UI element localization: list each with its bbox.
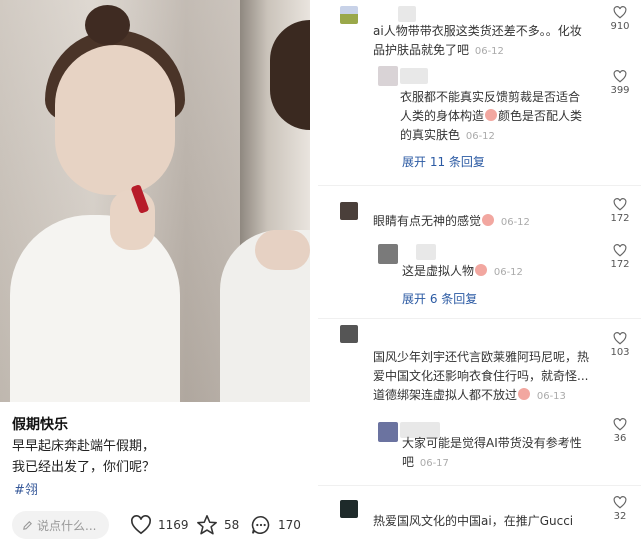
collect-count: 58 bbox=[224, 518, 240, 532]
post-photo[interactable] bbox=[0, 0, 310, 402]
comment-like[interactable]: 399 bbox=[605, 70, 635, 96]
emoji-icon bbox=[482, 214, 495, 226]
comment-time: 06-13 bbox=[536, 391, 566, 402]
comment-like[interactable]: 36 bbox=[605, 418, 635, 444]
comment-time: 06-12 bbox=[500, 217, 530, 228]
expand-replies-link[interactable]: 展开 6 条回复 bbox=[402, 290, 477, 307]
emoji-icon bbox=[485, 109, 498, 121]
avatar[interactable] bbox=[378, 422, 398, 442]
comment-text: ai人物带带衣服这类货还差不多。。化妆 品护肤品就免了吧 06-12 bbox=[373, 24, 582, 57]
comment-text: 这是虚拟人物 06-12 bbox=[402, 264, 523, 278]
heart-icon bbox=[613, 332, 627, 345]
avatar[interactable] bbox=[378, 244, 398, 264]
post-title: 假期快乐 bbox=[12, 417, 68, 433]
avatar[interactable] bbox=[378, 66, 398, 86]
comment-like[interactable]: 910 bbox=[605, 6, 635, 32]
heart-icon bbox=[613, 6, 627, 19]
emoji-icon bbox=[518, 388, 531, 400]
comment-text: 衣服都不能真实反馈剪裁是否适合 人类的身体构造 颜色是否配人类 的真实肤色 06-… bbox=[400, 90, 583, 142]
post-hashtag[interactable]: #翎 bbox=[14, 479, 38, 498]
pencil-icon bbox=[23, 520, 32, 530]
heart-icon bbox=[613, 244, 627, 257]
comment-time: 06-12 bbox=[474, 46, 504, 57]
comment-button[interactable]: 170 bbox=[250, 513, 301, 537]
username[interactable] bbox=[416, 244, 436, 260]
comment-time: 06-12 bbox=[465, 131, 495, 142]
heart-icon bbox=[613, 496, 627, 509]
heart-icon bbox=[613, 198, 627, 211]
post-panel: 假期快乐 早早起床奔赴端午假期， 我已经出发了，你们呢？ #翎 说点什么... … bbox=[0, 0, 310, 541]
comment-text: 大家可能是觉得AI带货没有参考性 吧 06-17 bbox=[402, 436, 582, 469]
collect-button[interactable]: 58 bbox=[196, 513, 239, 537]
comment-like[interactable]: 172 bbox=[605, 244, 635, 270]
comment-input[interactable]: 说点什么... bbox=[12, 511, 109, 539]
username[interactable] bbox=[398, 6, 416, 22]
like-count: 1169 bbox=[158, 518, 189, 532]
comment-count: 170 bbox=[278, 518, 301, 532]
username[interactable] bbox=[400, 68, 428, 84]
expand-replies-link[interactable]: 展开 11 条回复 bbox=[402, 153, 485, 170]
avatar[interactable] bbox=[340, 500, 358, 518]
comment-text: 国风少年刘宇还代言欧莱雅阿玛尼呢，热 爱中国文化还影响衣食住行吗，就奇怪... … bbox=[373, 350, 590, 402]
like-button[interactable]: 1169 bbox=[130, 513, 189, 537]
post-body: 早早起床奔赴端午假期， 我已经出发了，你们呢？ bbox=[12, 439, 156, 475]
heart-icon bbox=[613, 70, 627, 83]
comment-bubble-icon bbox=[251, 515, 270, 534]
star-icon bbox=[197, 515, 217, 535]
emoji-icon bbox=[475, 264, 488, 276]
comment-like[interactable]: 103 bbox=[605, 332, 635, 358]
avatar[interactable] bbox=[340, 325, 358, 343]
avatar[interactable] bbox=[340, 6, 358, 24]
avatar[interactable] bbox=[340, 202, 358, 220]
heart-icon bbox=[131, 515, 151, 535]
comment-list: ai人物带带衣服这类货还差不多。。化妆 品护肤品就免了吧 06-12 910 衣… bbox=[318, 0, 641, 541]
comment-like[interactable]: 32 bbox=[605, 496, 635, 522]
comment-text: 热爱国风文化的中国ai，在推广Gucci bbox=[373, 514, 574, 528]
comment-like[interactable]: 172 bbox=[605, 198, 635, 224]
comment-time: 06-12 bbox=[493, 267, 523, 278]
heart-icon bbox=[613, 418, 627, 431]
comment-text: 眼睛有点无神的感觉 06-12 bbox=[373, 214, 530, 228]
comment-time: 06-17 bbox=[419, 458, 449, 469]
